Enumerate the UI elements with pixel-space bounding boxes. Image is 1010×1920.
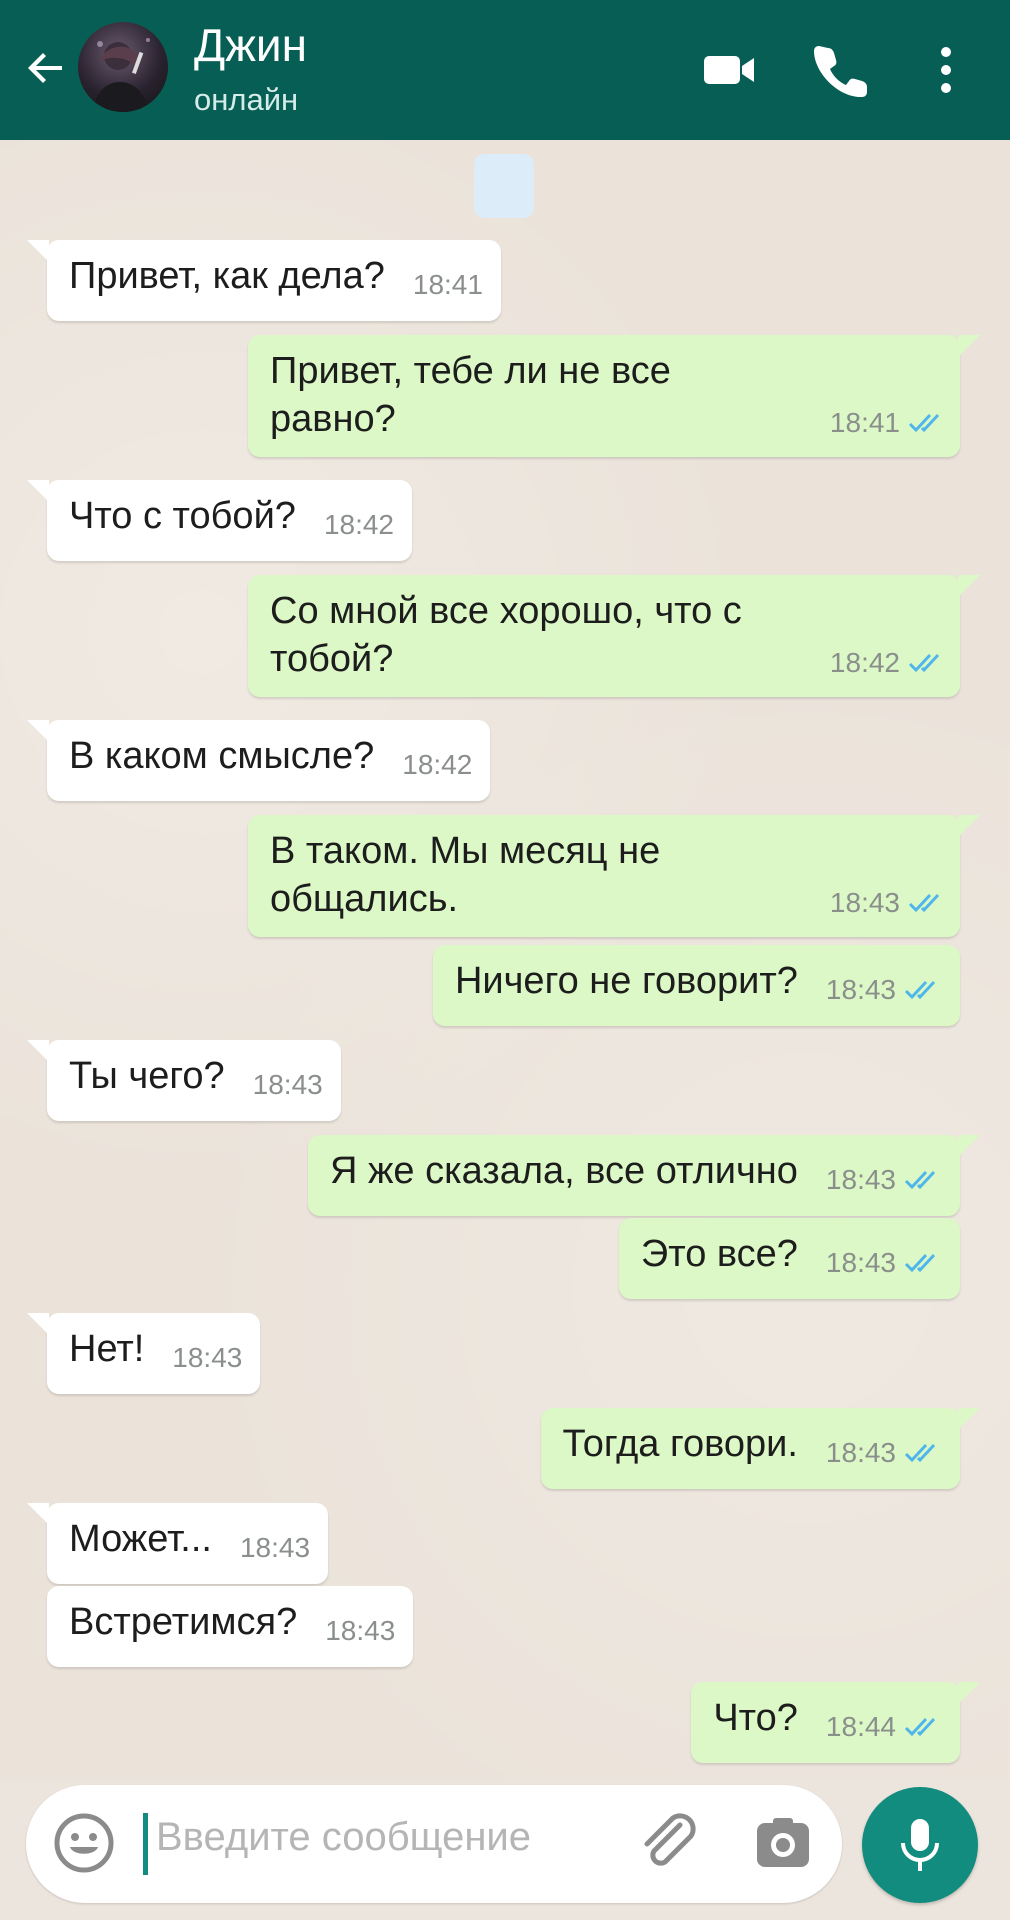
incoming-message[interactable]: Встретимся? 18:43 — [47, 1586, 414, 1667]
incoming-message[interactable]: В каком смысле? 18:42 — [27, 720, 491, 801]
message-meta: 18:41 — [413, 261, 483, 309]
outgoing-message[interactable]: Я же сказала, все отлично 18:43 — [308, 1135, 980, 1216]
message-meta: 18:42 — [324, 501, 394, 549]
message-text: Встретимся? — [69, 1601, 298, 1643]
double-check-icon — [904, 1443, 936, 1463]
double-check-icon — [904, 1170, 936, 1190]
message-text: Нет! — [69, 1328, 145, 1370]
message-time: 18:41 — [829, 407, 900, 438]
microphone-button[interactable] — [862, 1787, 978, 1903]
incoming-message[interactable]: Нет! 18:43 — [27, 1313, 261, 1394]
message-meta: 18:43 — [826, 1429, 942, 1477]
incoming-message[interactable]: Может... 18:43 — [27, 1503, 329, 1584]
message-time: 18:43 — [239, 1532, 311, 1563]
bubble-tail — [958, 575, 980, 597]
bubble-tail — [27, 240, 49, 262]
message-meta: 18:43 — [253, 1061, 323, 1109]
message-text: Может... — [69, 1518, 212, 1560]
back-arrow-icon[interactable] — [22, 44, 70, 92]
message-text: Ничего не говорит? — [454, 960, 798, 1002]
date-chip — [474, 154, 534, 218]
message-meta: 18:43 — [826, 1239, 942, 1287]
text-cursor — [143, 1813, 148, 1875]
microphone-icon — [901, 1819, 939, 1871]
outgoing-message[interactable]: Ничего не говорит? 18:43 — [432, 945, 960, 1026]
message-meta: 18:43 — [826, 1156, 942, 1204]
message-text: В таком. Мы месяц не общались. — [270, 830, 661, 920]
double-check-icon — [908, 893, 940, 913]
message-time: 18:42 — [829, 647, 900, 678]
bubble-tail — [27, 1313, 49, 1335]
outgoing-message[interactable]: Тогда говори. 18:43 — [540, 1408, 980, 1489]
incoming-message[interactable]: Что с тобой? 18:42 — [27, 480, 413, 561]
message-meta: 18:43 — [830, 879, 946, 927]
chat-header: Джин онлайн — [0, 0, 1010, 140]
bubble-tail — [958, 1682, 980, 1704]
bubble-tail — [27, 480, 49, 502]
video-camera-icon[interactable] — [700, 40, 760, 100]
message-text: Тогда говори. — [562, 1423, 798, 1465]
bubble-tail — [958, 335, 980, 357]
camera-icon[interactable] — [753, 1813, 813, 1873]
message-meta: 18:43 — [172, 1334, 242, 1382]
incoming-message[interactable]: Привет, как дела? 18:41 — [27, 240, 501, 321]
message-text: Ты чего? — [69, 1055, 225, 1097]
bubble-tail — [27, 1503, 49, 1525]
outgoing-message[interactable]: Со мной все хорошо, что с тобой? 18:42 — [248, 575, 980, 697]
message-meta: 18:42 — [830, 639, 946, 687]
message-time: 18:43 — [829, 887, 900, 918]
message-meta: 18:41 — [830, 399, 946, 447]
outgoing-message[interactable]: Привет, тебе ли не все равно? 18:41 — [248, 335, 980, 457]
bubble-tail — [27, 720, 49, 742]
contact-status: онлайн — [194, 82, 299, 117]
message-text: Что с тобой? — [69, 495, 296, 537]
paperclip-icon[interactable] — [636, 1811, 702, 1877]
message-text: Со мной все хорошо, что с тобой? — [270, 590, 742, 680]
message-time: 18:43 — [825, 974, 896, 1005]
message-time: 18:42 — [323, 509, 395, 540]
double-check-icon — [904, 1717, 936, 1737]
message-meta: 18:44 — [826, 1703, 942, 1751]
message-time: 18:43 — [172, 1342, 243, 1373]
message-time: 18:43 — [252, 1069, 323, 1100]
message-meta: 18:43 — [325, 1607, 395, 1655]
message-time: 18:43 — [325, 1615, 396, 1646]
message-time: 18:41 — [412, 269, 483, 300]
message-text: Привет, как дела? — [69, 255, 385, 297]
outgoing-message[interactable]: Что? 18:44 — [691, 1682, 980, 1763]
message-time: 18:42 — [402, 749, 473, 780]
message-text: Привет, тебе ли не все равно? — [270, 350, 671, 440]
message-time: 18:44 — [825, 1711, 896, 1742]
message-time: 18:43 — [825, 1164, 896, 1195]
smiley-icon[interactable] — [52, 1811, 116, 1875]
message-time: 18:43 — [825, 1437, 896, 1468]
message-text: Это все? — [640, 1233, 798, 1275]
message-meta: 18:43 — [240, 1524, 310, 1572]
chat-area[interactable]: Привет, как дела? 18:41 Привет, тебе ли не… — [0, 140, 1010, 1780]
outgoing-message[interactable]: В таком. Мы месяц не общались. 18:43 — [248, 815, 980, 937]
message-time: 18:43 — [825, 1247, 896, 1278]
message-text: Я же сказала, все отлично — [330, 1150, 798, 1192]
bubble-tail — [958, 815, 980, 837]
double-check-icon — [908, 653, 940, 673]
more-vertical-icon[interactable] — [918, 40, 974, 100]
bubble-tail — [958, 1408, 980, 1430]
message-composer[interactable]: Введите сообщение — [26, 1785, 842, 1903]
outgoing-message[interactable]: Это все? 18:43 — [618, 1218, 960, 1299]
avatar[interactable] — [78, 22, 168, 112]
double-check-icon — [908, 413, 940, 433]
message-meta: 18:42 — [402, 741, 472, 789]
bubble-tail — [27, 1040, 49, 1062]
message-meta: 18:43 — [826, 966, 942, 1014]
message-input[interactable]: Введите сообщение — [156, 1815, 531, 1860]
phone-icon[interactable] — [812, 40, 872, 100]
double-check-icon — [904, 1253, 936, 1273]
double-check-icon — [904, 980, 936, 1000]
contact-name[interactable]: Джин — [194, 18, 307, 72]
message-text: В каком смысле? — [69, 735, 375, 777]
bubble-tail — [958, 1135, 980, 1157]
incoming-message[interactable]: Ты чего? 18:43 — [27, 1040, 341, 1121]
message-text: Что? — [713, 1697, 798, 1739]
